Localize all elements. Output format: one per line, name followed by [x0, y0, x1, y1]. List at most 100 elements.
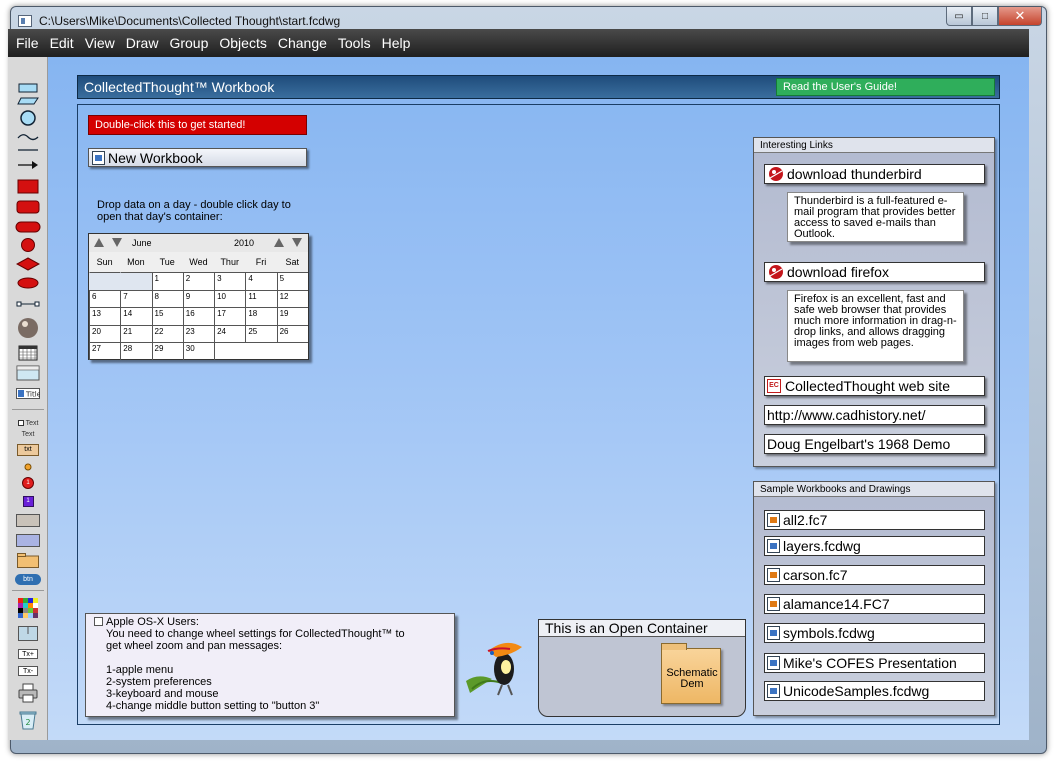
sample-file-link[interactable]: all2.fc7 — [764, 510, 985, 530]
parallelogram-tool[interactable] — [8, 96, 48, 106]
color-palette-tool[interactable] — [8, 597, 48, 619]
note-checkbox[interactable] — [94, 617, 103, 626]
calendar-day[interactable]: 6 — [89, 289, 121, 308]
button-tool[interactable]: btn — [8, 573, 48, 585]
calendar-day[interactable]: 19 — [276, 307, 308, 325]
filled-rectangle-tool[interactable] — [8, 178, 48, 194]
note-tool[interactable] — [8, 364, 48, 382]
calendar-day[interactable]: 16 — [182, 307, 215, 325]
menu-objects[interactable]: Objects — [219, 35, 266, 51]
gray-box-tool[interactable] — [8, 513, 48, 527]
open-container[interactable]: This is an Open Container Schematic Dem — [538, 619, 746, 717]
calendar-tool[interactable] — [8, 344, 48, 362]
arrow-tool[interactable] — [8, 159, 48, 171]
toucan-image[interactable] — [462, 633, 532, 697]
sample-file-link[interactable]: layers.fcdwg — [764, 536, 985, 556]
text-tool[interactable]: Text — [8, 429, 48, 439]
prev-month-icon[interactable] — [94, 238, 104, 247]
calendar-day[interactable]: 25 — [245, 324, 277, 343]
calendar-day[interactable]: 11 — [245, 289, 277, 308]
calendar-day[interactable]: 10 — [214, 289, 246, 308]
calendar-day[interactable]: 21 — [120, 324, 152, 343]
ellipse-tool[interactable] — [8, 276, 48, 290]
menu-file[interactable]: File — [16, 35, 39, 51]
circle-tool[interactable] — [8, 109, 48, 127]
calendar-day[interactable]: 3 — [214, 272, 246, 290]
prev-year-icon[interactable] — [274, 238, 284, 247]
calendar-day[interactable]: 9 — [182, 289, 215, 308]
rounded-rectangle-tool[interactable] — [8, 199, 48, 215]
calendar-day[interactable]: 8 — [151, 289, 183, 308]
sample-file-link[interactable]: alamance14.FC7 — [764, 594, 985, 614]
print-tool[interactable] — [8, 682, 48, 704]
curve-tool[interactable] — [8, 131, 48, 143]
sample-file-link[interactable]: Mike's COFES Presentation — [764, 653, 985, 673]
menu-group[interactable]: Group — [169, 35, 208, 51]
next-month-icon[interactable] — [112, 238, 122, 247]
close-button[interactable]: ✕ — [998, 7, 1042, 26]
filled-circle-tool[interactable] — [8, 237, 48, 253]
menu-help[interactable]: Help — [382, 35, 411, 51]
engelbart-demo-link[interactable]: Doug Engelbart's 1968 Demo — [764, 434, 985, 454]
calendar-day[interactable]: 12 — [276, 289, 308, 308]
calendar-day[interactable]: 14 — [120, 307, 152, 325]
calendar-day[interactable]: 2 — [182, 272, 215, 290]
menu-change[interactable]: Change — [278, 35, 327, 51]
download-thunderbird-link[interactable]: download thunderbird — [764, 164, 985, 184]
download-firefox-link[interactable]: download firefox — [764, 262, 985, 282]
app-icon[interactable] — [18, 15, 32, 27]
sample-file-link[interactable]: UnicodeSamples.fcdwg — [764, 681, 985, 701]
dot-tool[interactable] — [8, 462, 48, 472]
blue-box-tool[interactable] — [8, 533, 48, 547]
next-year-icon[interactable] — [292, 238, 302, 247]
schematic-folder[interactable]: Schematic Dem — [661, 643, 721, 704]
connector-tool[interactable] — [8, 299, 48, 309]
folder-tool[interactable] — [8, 552, 48, 568]
calendar-day[interactable]: 15 — [151, 307, 183, 325]
calendar-day[interactable]: 17 — [214, 307, 246, 325]
menu-tools[interactable]: Tools — [338, 35, 371, 51]
menu-view[interactable]: View — [85, 35, 115, 51]
calendar-day[interactable]: 13 — [89, 307, 121, 325]
numbered-circle-tool[interactable]: 1 — [8, 476, 48, 490]
calendar-day[interactable]: 29 — [151, 342, 183, 360]
get-started-button[interactable]: Double-click this to get started! — [88, 115, 307, 135]
calendar-day[interactable]: 20 — [89, 324, 121, 343]
text-grow-tool[interactable]: Tx+ — [8, 648, 48, 660]
rectangle-tool[interactable] — [8, 81, 48, 95]
title-tool[interactable]: Title — [8, 387, 48, 399]
menu-edit[interactable]: Edit — [50, 35, 74, 51]
users-guide-button[interactable]: Read the User's Guide! — [776, 78, 995, 96]
txt-tool[interactable]: txt — [8, 443, 48, 457]
image-tool[interactable] — [8, 317, 48, 339]
cadhistory-link[interactable]: http://www.cadhistory.net/ — [764, 405, 985, 425]
calendar-day[interactable]: 18 — [245, 307, 277, 325]
gradient-tool[interactable] — [8, 625, 48, 641]
calendar-day[interactable]: 5 — [276, 272, 308, 290]
new-workbook-button[interactable]: New Workbook — [88, 148, 307, 167]
menu-draw[interactable]: Draw — [126, 35, 159, 51]
text-checkbox-tool[interactable]: Text — [8, 418, 48, 428]
calendar-day[interactable]: 22 — [151, 324, 183, 343]
numbered-square-tool[interactable]: 1 — [8, 494, 48, 508]
recycle-bin-tool[interactable]: 2 — [8, 709, 48, 731]
calendar-day[interactable]: 28 — [120, 342, 152, 360]
calendar-day[interactable]: 1 — [151, 272, 183, 290]
maximize-button[interactable]: □ — [972, 7, 998, 26]
sample-file-link[interactable]: carson.fc7 — [764, 565, 985, 585]
calendar-day[interactable]: 27 — [89, 342, 121, 360]
calendar-day[interactable]: 26 — [276, 324, 308, 343]
sample-file-link[interactable]: symbols.fcdwg — [764, 623, 985, 643]
calendar-day[interactable]: 4 — [245, 272, 277, 290]
calendar-day[interactable]: 7 — [120, 289, 152, 308]
text-shrink-tool[interactable]: Tx- — [8, 665, 48, 677]
workbook-canvas[interactable]: CollectedThought™ Workbook Read the User… — [48, 57, 1029, 740]
pill-tool[interactable] — [8, 220, 48, 234]
diamond-tool[interactable] — [8, 256, 48, 272]
calendar-day[interactable]: 24 — [214, 324, 246, 343]
calendar-day[interactable]: 23 — [182, 324, 215, 343]
collectedthought-site-link[interactable]: EC CollectedThought web site — [764, 376, 985, 396]
line-tool[interactable] — [8, 146, 48, 154]
minimize-button[interactable]: ▭ — [946, 7, 972, 26]
calendar-day[interactable]: 30 — [182, 342, 215, 360]
